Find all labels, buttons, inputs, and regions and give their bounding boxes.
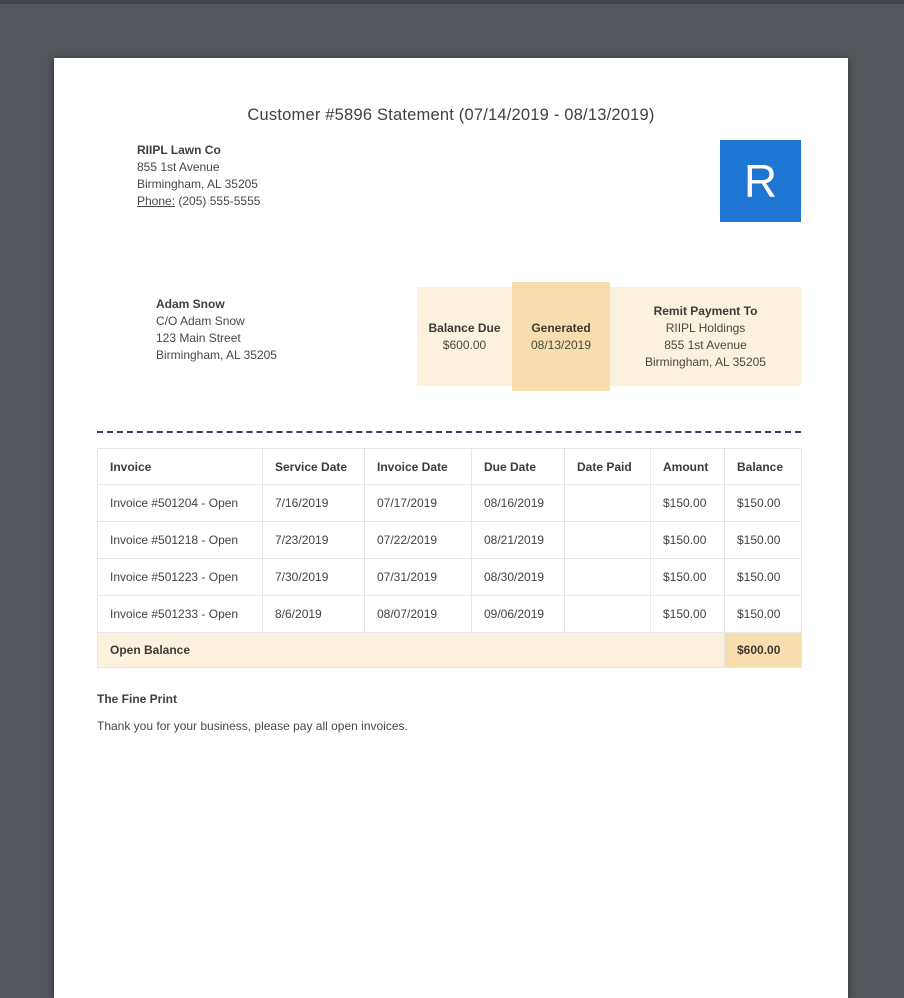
amount-cell: $150.00	[650, 558, 725, 596]
dashed-divider	[97, 431, 801, 433]
invoice-cell: Invoice #501223 - Open	[97, 558, 263, 596]
invoice-cell: Invoice #501204 - Open	[97, 484, 263, 522]
desktop-background: { "document": { "title": "Customer #5896…	[0, 0, 904, 998]
header-amount: Amount	[650, 448, 725, 485]
balance-cell: $150.00	[724, 521, 802, 559]
open-balance-label: Open Balance	[97, 632, 725, 668]
balance-due-box: Balance Due $600.00	[417, 287, 512, 386]
balance-cell: $150.00	[724, 558, 802, 596]
generated-box: Generated 08/13/2019	[512, 282, 610, 391]
open-balance-row: Open Balance $600.00	[97, 632, 802, 668]
header-date-paid: Date Paid	[564, 448, 651, 485]
table-row: Invoice #501233 - Open 8/6/2019 08/07/20…	[97, 595, 802, 633]
customer-care-of: C/O Adam Snow	[156, 314, 245, 328]
statement-page: Customer #5896 Statement (07/14/2019 - 0…	[54, 58, 848, 998]
balance-due-value: $600.00	[442, 337, 487, 352]
company-phone-line: Phone: (205) 555-5555	[137, 193, 260, 210]
open-balance-total: $600.00	[724, 632, 802, 668]
invoice-date-cell: 08/07/2019	[364, 595, 472, 633]
date-paid-cell	[564, 484, 651, 522]
table-row: Invoice #501223 - Open 7/30/2019 07/31/2…	[97, 558, 802, 596]
remit-payment-box: Remit Payment To RIIPL Holdings 855 1st …	[610, 287, 801, 386]
generated-value: 08/13/2019	[530, 337, 592, 352]
company-name: RIIPL Lawn Co	[137, 143, 221, 157]
due-date-cell: 09/06/2019	[471, 595, 565, 633]
balance-cell: $150.00	[724, 595, 802, 633]
balance-due-label: Balance Due	[428, 320, 501, 335]
remit-address2: Birmingham, AL 35205	[645, 354, 766, 369]
date-paid-cell	[564, 595, 651, 633]
balance-cell: $150.00	[724, 484, 802, 522]
invoice-cell: Invoice #501233 - Open	[97, 595, 263, 633]
header-invoice-date: Invoice Date	[364, 448, 472, 485]
header-invoice: Invoice	[97, 448, 263, 485]
fine-print-heading: The Fine Print	[97, 692, 178, 706]
remit-name: RIIPL Holdings	[665, 320, 746, 335]
customer-address-line1: 123 Main Street	[156, 331, 241, 345]
invoice-cell: Invoice #501218 - Open	[97, 521, 263, 559]
due-date-cell: 08/21/2019	[471, 521, 565, 559]
remit-address1: 855 1st Avenue	[664, 337, 747, 352]
table-row: Invoice #501204 - Open 7/16/2019 07/17/2…	[97, 484, 802, 522]
phone-label: Phone:	[137, 194, 176, 208]
customer-address-block: Adam Snow C/O Adam Snow 123 Main Street …	[156, 296, 277, 364]
due-date-cell: 08/30/2019	[471, 558, 565, 596]
date-paid-cell	[564, 521, 651, 559]
generated-label: Generated	[531, 320, 591, 335]
amount-cell: $150.00	[650, 595, 725, 633]
customer-address-line2: Birmingham, AL 35205	[156, 348, 277, 362]
due-date-cell: 08/16/2019	[471, 484, 565, 522]
customer-name: Adam Snow	[156, 297, 225, 311]
service-date-cell: 8/6/2019	[262, 595, 365, 633]
statement-title: Customer #5896 Statement (07/14/2019 - 0…	[247, 106, 655, 124]
invoice-date-cell: 07/31/2019	[364, 558, 472, 596]
header-due-date: Due Date	[471, 448, 565, 485]
company-address-line2: Birmingham, AL 35205	[137, 177, 258, 191]
phone-value: (205) 555-5555	[178, 194, 261, 208]
invoice-date-cell: 07/22/2019	[364, 521, 472, 559]
date-paid-cell	[564, 558, 651, 596]
header-service-date: Service Date	[262, 448, 365, 485]
service-date-cell: 7/23/2019	[262, 521, 365, 559]
table-row: Invoice #501218 - Open 7/23/2019 07/22/2…	[97, 521, 802, 559]
summary-boxes: Balance Due $600.00 Generated 08/13/2019…	[417, 282, 801, 391]
window-top-edge	[0, 0, 904, 4]
invoice-table: Invoice Service Date Invoice Date Due Da…	[97, 448, 802, 668]
header-balance: Balance	[724, 448, 802, 485]
amount-cell: $150.00	[650, 521, 725, 559]
service-date-cell: 7/30/2019	[262, 558, 365, 596]
amount-cell: $150.00	[650, 484, 725, 522]
remit-label: Remit Payment To	[653, 303, 758, 318]
invoice-date-cell: 07/17/2019	[364, 484, 472, 522]
logo-letter: R	[743, 155, 778, 207]
table-header-row: Invoice Service Date Invoice Date Due Da…	[97, 448, 802, 485]
service-date-cell: 7/16/2019	[262, 484, 365, 522]
company-address-line1: 855 1st Avenue	[137, 160, 220, 174]
company-logo-icon: R	[720, 140, 801, 222]
company-info-block: RIIPL Lawn Co 855 1st Avenue Birmingham,…	[137, 142, 260, 210]
